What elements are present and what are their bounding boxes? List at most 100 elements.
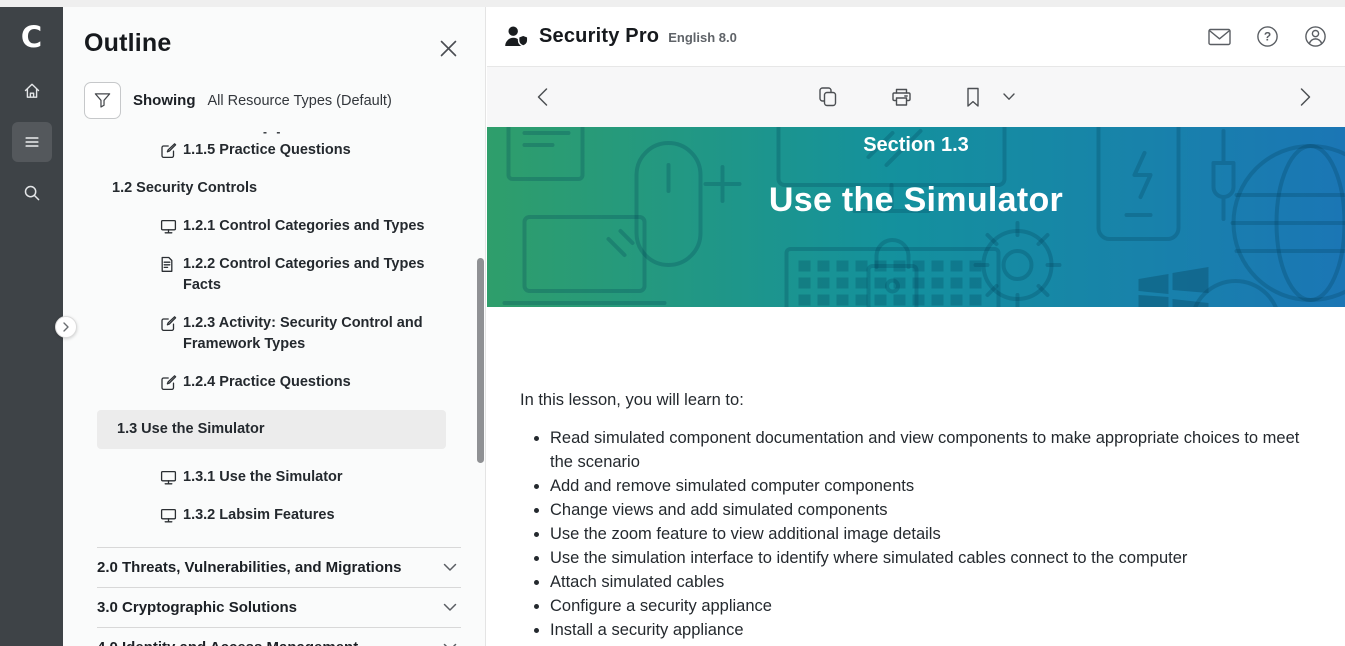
app-rail: C [0,7,63,646]
outline-item[interactable]: 1.3.2 Labsim Features [63,505,458,526]
bookmark-icon [965,87,981,108]
next-button[interactable] [1298,86,1313,109]
messages-button[interactable] [1206,26,1233,48]
chevron-down-icon [1003,93,1015,101]
app-logo[interactable]: C [0,7,63,67]
outline-chapter-label: 4.0 Identity and Access Management [97,639,358,646]
filter-label: Showing [133,92,196,109]
fact-icon [160,256,174,273]
top-strip [0,0,1345,7]
practice-icon [160,142,177,159]
outline-item-label: 1.3 Use the Simulator [117,421,264,437]
chevron-down-icon [443,563,457,572]
lesson-content: In this lesson, you will learn to: Read … [487,307,1345,642]
practice-icon [160,374,177,391]
outline-chapter-label: 3.0 Cryptographic Solutions [97,599,297,616]
bookmark-menu-button[interactable] [1001,91,1017,103]
chevron-right-icon [63,322,69,332]
filter-value: All Resource Types (Default) [208,93,392,109]
outline-chapter[interactable]: 4.0 Identity and Access Management [97,627,461,646]
bookmark-button[interactable] [963,85,983,110]
svg-text:?: ? [1264,30,1271,44]
rail-outline-button[interactable] [12,122,52,162]
outline-item-label: 1.2 Security Controls [112,180,257,196]
main-area: Security Pro English 8.0 ? [487,7,1345,646]
outline-item[interactable]: 1.2.3 Activity: Security Control and Fra… [63,313,458,355]
bookmark-group [963,85,1017,110]
course-header: Security Pro English 8.0 ? [487,7,1345,67]
objectives-list: Read simulated component documentation a… [520,426,1305,642]
outline-item[interactable]: 1.2.1 Control Categories and Types [63,216,458,237]
outline-item-label: 1.1.5 Practice Questions [183,142,351,158]
outline-item[interactable]: 1.3.1 Use the Simulator [63,467,458,488]
chevron-left-icon [537,88,548,107]
outline-close-button[interactable] [435,35,461,61]
search-icon [22,183,42,203]
outline-item-label: 1.2.4 Practice Questions [183,374,351,390]
outline-scrollbar-thumb[interactable] [477,258,484,463]
user-shield-icon [504,25,531,49]
outline-chapters: 2.0 Threats, Vulnerabilities, and Migrat… [63,547,485,646]
outline-item-selected[interactable]: 1.3 Use the Simulator [97,410,446,449]
outline-item-label: 1.2.2 Control Categories and Types Facts [183,256,424,293]
outline-chapter[interactable]: 2.0 Threats, Vulnerabilities, and Migrat… [97,547,461,587]
outline-tree: - - 1.1.5 Practice Questions 1.2 Security… [63,128,485,526]
course-edition: English 8.0 [668,30,737,45]
printer-icon [890,87,913,108]
help-button[interactable]: ? [1254,23,1281,50]
account-icon [1304,25,1327,48]
banner-title: Use the Simulator [487,181,1345,220]
course-title: Security Pro [539,25,659,48]
menu-icon [22,132,42,152]
filter-row: Showing All Resource Types (Default) [84,82,485,119]
outline-item[interactable]: 1.2.4 Practice Questions [63,372,458,393]
objective-item: Add and remove simulated computer compon… [550,474,1305,498]
rail-search-button[interactable] [12,173,52,213]
chevron-down-icon [443,603,457,612]
account-button[interactable] [1302,23,1329,50]
lesson-intro: In this lesson, you will learn to: [520,391,1305,410]
outline-title: Outline [84,29,485,58]
objective-item: Configure a security appliance [550,594,1305,618]
outline-chapter-label: 2.0 Threats, Vulnerabilities, and Migrat… [97,559,402,576]
objective-item: Use the zoom feature to view additional … [550,522,1305,546]
lesson-toolbar [487,67,1345,127]
outline-panel: Outline Showing All Resource Types (Defa… [63,7,486,646]
outline-item[interactable]: 1.1.5 Practice Questions [63,140,458,161]
rail-home-button[interactable] [12,71,52,111]
app-logo-letter: C [21,20,42,54]
print-button[interactable] [888,85,915,110]
outline-item-label: 1.2.3 Activity: Security Control and Fra… [183,315,423,352]
objective-item: Attach simulated cables [550,570,1305,594]
lesson-icon [160,469,177,486]
outline-item-label: 1.2.1 Control Categories and Types [183,218,424,234]
outline-chapter[interactable]: 3.0 Cryptographic Solutions [97,587,461,627]
help-icon: ? [1256,25,1279,48]
outline-item-label: 1.3.2 Labsim Features [183,507,335,523]
scrolled-item-fragment: - - [263,128,485,136]
previous-button[interactable] [535,86,550,109]
mail-icon [1208,28,1231,46]
outline-item-label: 1.3.1 Use the Simulator [183,469,343,485]
toolbar-center-group [815,84,1017,110]
section-banner: Section 1.3 Use the Simulator [487,127,1345,307]
course-identity: Security Pro English 8.0 [539,25,737,48]
objective-item: Install a security appliance [550,618,1305,642]
outline-item[interactable]: 1.2.2 Control Categories and Types Facts [63,254,458,296]
practice-icon [160,315,177,332]
filter-button[interactable] [84,82,121,119]
lesson-icon [160,218,177,235]
panel-collapse-handle[interactable] [55,316,77,338]
home-icon [22,81,42,101]
header-actions: ? [1206,23,1329,50]
banner-section-label: Section 1.3 [487,134,1345,157]
close-icon [440,40,457,57]
copy-icon [817,86,838,108]
objective-item: Read simulated component documentation a… [550,426,1305,474]
lesson-icon [160,507,177,524]
chevron-right-icon [1300,88,1311,107]
copy-button[interactable] [815,84,840,110]
objective-item: Change views and add simulated component… [550,498,1305,522]
funnel-icon [93,91,112,110]
outline-item[interactable]: 1.2 Security Controls [63,178,485,199]
